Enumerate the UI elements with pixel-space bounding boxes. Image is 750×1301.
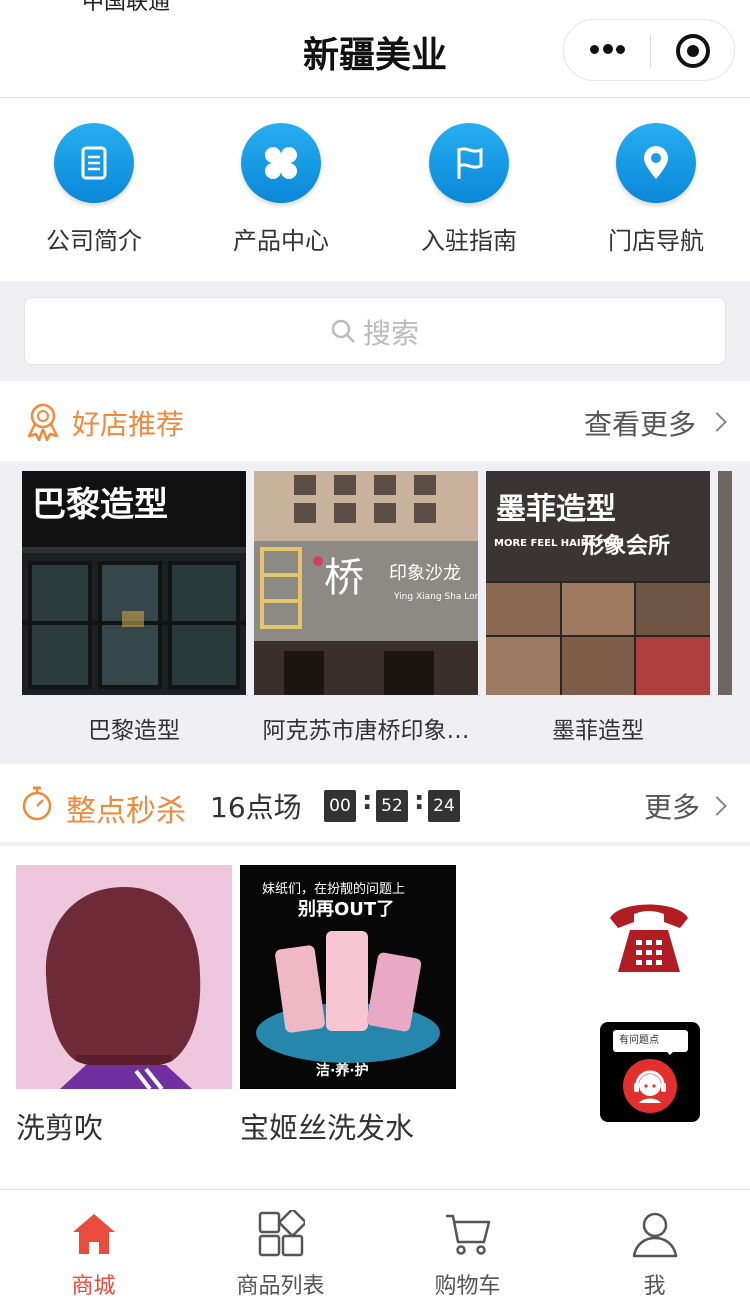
nav-store-navigation[interactable]: 门店导航 — [576, 123, 736, 263]
header-bar: 中国联通 新疆美业 — [0, 0, 750, 98]
category-icon — [258, 1210, 305, 1257]
shop-image: 巴黎造型 — [22, 471, 246, 695]
customer-service-icon — [623, 1059, 677, 1113]
product-name: 洗剪吹 — [16, 1111, 104, 1145]
shop-image: 墨菲造型 MORE FEEL HAIRSTYLE 形象会所 — [486, 471, 710, 695]
shop-sign-subtext: 形象会所 — [582, 533, 670, 559]
user-icon — [632, 1212, 678, 1258]
nav-label: 公司简介 — [46, 227, 142, 255]
tab-label: 购物车 — [434, 1274, 501, 1299]
poster-headline: 别再OUT了 — [297, 899, 394, 920]
nav-company-intro[interactable]: 公司简介 — [14, 123, 174, 263]
countdown-seconds: 24 — [428, 790, 460, 822]
tab-me[interactable]: 我 — [561, 1190, 748, 1301]
telephone-icon — [610, 904, 688, 972]
nav-label: 入驻指南 — [421, 227, 517, 255]
shop-sign-subtext: 印象沙龙 — [389, 563, 461, 584]
location-pin-icon — [616, 123, 696, 203]
product-image: 妹纸们，在扮靓的问题上 别再OUT了 洁·养·护 — [240, 865, 456, 1089]
search-icon — [331, 319, 355, 343]
customer-service-button[interactable]: 有问题点 — [600, 1022, 700, 1122]
product-name: 宝姬丝洗发水 — [240, 1111, 415, 1145]
nav-product-center[interactable]: 产品中心 — [201, 123, 361, 263]
quick-nav: 公司简介 产品中心 入驻指南 门店导航 — [0, 99, 750, 281]
search-area: 搜索 — [0, 281, 750, 381]
shop-card[interactable]: 巴黎造型 巴黎造型 — [22, 471, 246, 754]
shop-name: 巴黎造型 — [88, 718, 180, 744]
close-target-icon[interactable] — [676, 34, 710, 68]
poster-top-text: 妹纸们，在扮靓的问题上 — [262, 881, 405, 897]
tab-mall[interactable]: 商城 — [0, 1190, 187, 1301]
countdown-colon: : — [414, 786, 425, 816]
next-shop-peek — [718, 471, 732, 695]
countdown-minutes: 52 — [376, 790, 408, 822]
document-icon — [54, 123, 134, 203]
cart-icon — [446, 1214, 491, 1255]
section-title: 好店推荐 — [72, 408, 185, 441]
status-carrier-text: 中国联通 — [82, 0, 171, 15]
capsule-divider — [650, 34, 651, 68]
shop-sign-text: 墨菲造型 — [496, 492, 616, 527]
chevron-right-icon — [707, 796, 727, 816]
shop-carousel[interactable]: 巴黎造型 巴黎造型 桥 印象沙龙 Ying Xiang Sha Long 阿克苏… — [0, 461, 750, 764]
tab-label: 我 — [643, 1274, 666, 1299]
product-card[interactable]: 洗剪吹 — [16, 865, 232, 1145]
view-more-link[interactable]: 查看更多 — [584, 403, 696, 443]
poster-bottom-text: 洁·养·护 — [316, 1062, 369, 1079]
countdown-hours: 00 — [324, 790, 356, 822]
bottom-tab-bar: 商城 商品列表 购物车 我 — [0, 1189, 750, 1301]
stopwatch-icon — [22, 786, 52, 821]
shop-sign-text: 桥 — [324, 555, 364, 601]
product-image — [16, 865, 232, 1089]
flash-more-link[interactable]: 更多 — [644, 786, 700, 826]
page: 中国联通 新疆美业 公司简介 产品中心 入驻指南 门店导航 搜索 好店推荐 查看… — [0, 0, 750, 1301]
shop-card[interactable]: 桥 印象沙龙 Ying Xiang Sha Long 阿克苏市唐桥印象… — [254, 471, 478, 754]
chat-bubble-text: 有问题点 — [613, 1030, 688, 1055]
grid-icon — [241, 123, 321, 203]
flag-icon — [429, 123, 509, 203]
search-input[interactable]: 搜索 — [24, 297, 726, 365]
recommended-shops-header: 好店推荐 查看更多 — [0, 381, 750, 461]
shop-card[interactable]: 墨菲造型 MORE FEEL HAIRSTYLE 形象会所 墨菲造型 — [486, 471, 710, 754]
shop-name: 阿克苏市唐桥印象… — [262, 718, 470, 744]
flash-session-label: 16点场 — [210, 791, 302, 824]
product-card[interactable]: 妹纸们，在扮靓的问题上 别再OUT了 洁·养·护 宝姬丝洗发水 — [240, 865, 456, 1145]
chevron-right-icon — [707, 412, 727, 432]
countdown-colon: : — [362, 786, 373, 816]
search-placeholder: 搜索 — [363, 317, 420, 350]
shop-name: 墨菲造型 — [552, 718, 644, 744]
award-ribbon-icon — [27, 403, 59, 441]
tab-label: 商品列表 — [236, 1274, 325, 1299]
more-menu-icon[interactable] — [588, 40, 628, 60]
nav-settle-guide[interactable]: 入驻指南 — [389, 123, 549, 263]
nav-label: 产品中心 — [233, 227, 329, 255]
shop-image: 桥 印象沙龙 Ying Xiang Sha Long — [254, 471, 478, 695]
nav-label: 门店导航 — [608, 227, 704, 255]
tab-label: 商城 — [71, 1274, 116, 1299]
shop-sign-text: 巴黎造型 — [32, 485, 168, 525]
section-title: 整点秒杀 — [66, 794, 186, 829]
flash-sale-header: 整点秒杀 16点场 00 : 52 : 24 更多 — [0, 764, 750, 846]
tab-cart[interactable]: 购物车 — [374, 1190, 561, 1301]
tab-product-list[interactable]: 商品列表 — [187, 1190, 374, 1301]
phone-call-button[interactable] — [600, 890, 698, 988]
mini-program-capsule — [563, 19, 735, 81]
shop-sign-pinyin: Ying Xiang Sha Long — [393, 592, 478, 602]
home-icon — [73, 1214, 115, 1254]
